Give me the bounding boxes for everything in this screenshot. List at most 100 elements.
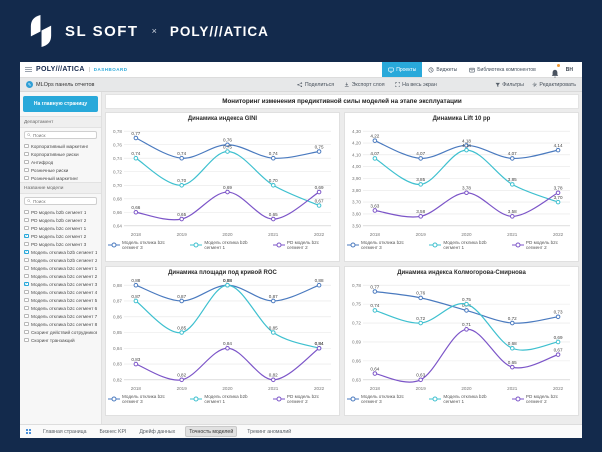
checkbox-icon[interactable] xyxy=(24,151,29,157)
filter-checkbox-row[interactable]: Модель отклика b2c сегмент 7 xyxy=(20,312,101,320)
y-tick-label: 0,72 xyxy=(352,321,361,326)
checkbox-icon[interactable] xyxy=(24,167,29,173)
filter-checkbox-row[interactable]: Модель отклика b2b сегмент 2 xyxy=(20,256,101,264)
filter-checkbox-row[interactable]: Скоринг транзакций xyxy=(20,336,101,344)
filter-checkbox-row[interactable]: Антифрод xyxy=(20,158,101,166)
checkbox-icon[interactable] xyxy=(24,241,29,247)
checkbox-icon[interactable] xyxy=(24,313,29,319)
line-chart: 0,78 0,75 0,72 0,69 0,66 0,63 2018 2019 2020 2021… xyxy=(352,283,571,391)
legend-item[interactable]: Модель отклика b2c сегмент 3 xyxy=(347,240,421,250)
legend-item[interactable]: PD модель b2c сегмент 2 xyxy=(272,240,337,250)
filter-checkbox-row[interactable]: PD модель b2c сегмент 3 xyxy=(20,240,101,248)
sidebar-search-input[interactable] xyxy=(33,132,94,138)
sidebar-sections: Департамент Корпоративный маркетинг Корпор… xyxy=(20,116,101,344)
checkbox-icon[interactable] xyxy=(24,265,29,271)
legend-item[interactable]: Модель отклика b2c сегмент 3 xyxy=(347,394,421,404)
filter-checkbox-row[interactable]: ✓ Модель отклика b2b сегмент 1 xyxy=(20,248,101,256)
bottom-tab-Главная страница[interactable]: Главная страница xyxy=(40,427,90,436)
data-label: 0,84 xyxy=(315,341,324,346)
filter-sidebar: На главную страницу Департамент Корпорати… xyxy=(20,92,102,424)
sidebar-search-input[interactable] xyxy=(33,198,94,204)
toolbar-action-gear-icon[interactable]: Редактировать xyxy=(532,82,576,88)
filter-label: Модель отклика b2b сегмент 1 xyxy=(31,249,97,255)
legend-label: Модель отклика b2b сегмент 1 xyxy=(204,240,248,250)
filter-checkbox-row[interactable]: ✓ Модель отклика b2c сегмент 3 xyxy=(20,280,101,288)
legend-item[interactable]: PD модель b2c сегмент 2 xyxy=(511,394,576,404)
filter-checkbox-row[interactable]: Корпоративные риски xyxy=(20,150,101,158)
checkbox-icon[interactable] xyxy=(24,209,29,215)
checkbox-icon[interactable]: ✓ xyxy=(24,234,29,239)
bottom-tab-Трекинг аномалий[interactable]: Трекинг аномалий xyxy=(244,427,294,436)
checkbox-icon[interactable] xyxy=(24,329,29,335)
toolbar-action-fullscreen-icon[interactable]: На весь экран xyxy=(394,82,437,88)
bottom-tab-Точность моделей[interactable]: Точность моделей xyxy=(185,426,238,437)
filter-checkbox-row[interactable]: Модель отклика b2c сегмент 8 xyxy=(20,320,101,328)
data-label: 0,63 xyxy=(416,373,425,378)
data-label: 0,75 xyxy=(315,144,324,149)
checkbox-icon[interactable] xyxy=(24,273,29,279)
filter-checkbox-row[interactable]: PD модель b2c сегмент 1 xyxy=(20,224,101,232)
checkbox-icon[interactable] xyxy=(24,289,29,295)
filter-checkbox-row[interactable]: Модель отклика b2c сегмент 6 xyxy=(20,304,101,312)
filter-checkbox-row[interactable]: Модель отклика b2c сегмент 4 xyxy=(20,288,101,296)
data-point xyxy=(372,308,378,313)
checkbox-icon[interactable] xyxy=(24,225,29,231)
checkbox-icon[interactable] xyxy=(24,257,29,263)
y-tick-label: 0,74 xyxy=(113,156,122,161)
legend-item[interactable]: Модель отклика b2b сегмент 1 xyxy=(429,240,504,250)
y-tick-label: 0,63 xyxy=(352,377,361,382)
filter-checkbox-row[interactable]: Модель отклика b2c сегмент 5 xyxy=(20,296,101,304)
tab-Проекты[interactable]: Проекты xyxy=(382,62,423,77)
checkbox-icon[interactable] xyxy=(24,217,29,223)
filter-checkbox-row[interactable]: Скоринг действий сотрудников xyxy=(20,328,101,336)
checkbox-icon[interactable] xyxy=(24,321,29,327)
checkbox-icon[interactable]: ✓ xyxy=(24,250,29,255)
checkbox-icon[interactable] xyxy=(24,143,29,149)
legend-item[interactable]: Модель отклика b2b сегмент 1 xyxy=(429,394,504,404)
legend-item[interactable]: PD модель b2c сегмент 2 xyxy=(272,394,337,404)
notifications-bell-icon[interactable] xyxy=(551,64,560,78)
checkbox-icon[interactable] xyxy=(24,337,29,343)
legend-item[interactable]: PD модель b2c сегмент 2 xyxy=(511,240,576,250)
legend-item[interactable]: Модель отклика b2c сегмент 3 xyxy=(108,240,182,250)
report-icon: ✎ xyxy=(26,81,33,88)
filter-checkbox-row[interactable]: Корпоративный маркетинг xyxy=(20,142,101,150)
filter-checkbox-row[interactable]: PD модель b2b сегмент 2 xyxy=(20,216,101,224)
search-icon xyxy=(27,133,31,137)
tab-Библиотека компонентов[interactable]: Библиотека компонентов xyxy=(463,62,542,77)
data-label: 0,74 xyxy=(131,151,140,156)
legend-item[interactable]: Модель отклика b2b сегмент 1 xyxy=(190,240,265,250)
user-avatar[interactable]: ВН xyxy=(566,67,577,73)
checkbox-icon[interactable] xyxy=(24,175,29,181)
bottom-tab-Бизнес KPI[interactable]: Бизнес KPI xyxy=(97,427,130,436)
checkbox-icon[interactable] xyxy=(24,305,29,311)
checkbox-icon[interactable]: ✓ xyxy=(24,282,29,287)
toolbar-action-share-icon[interactable]: Поделиться xyxy=(297,82,334,88)
legend-item[interactable]: Модель отклика b2b сегмент 1 xyxy=(190,394,265,404)
home-button[interactable]: На главную страницу xyxy=(23,96,98,112)
bottom-tabbar: Главная страница Бизнес KPI Дрейф данных То… xyxy=(20,424,582,438)
data-point xyxy=(464,327,469,332)
data-label: 0,88 xyxy=(223,278,232,283)
legend-label: PD модель b2c сегмент 2 xyxy=(286,240,320,250)
tab-Виджеты[interactable]: Виджеты xyxy=(422,62,463,77)
filter-checkbox-row[interactable]: Розничные риски xyxy=(20,166,101,174)
toolbar-action-export-icon[interactable]: Экспорт слоя xyxy=(344,82,385,88)
filter-checkbox-row[interactable]: PD модель b2b сегмент 1 xyxy=(20,208,101,216)
filter-label: Розничный маркетинг xyxy=(31,175,79,181)
toolbar-action-label: Фильтры xyxy=(502,81,524,88)
filter-checkbox-row[interactable]: Модель отклика b2c сегмент 2 xyxy=(20,272,101,280)
checkbox-icon[interactable] xyxy=(24,159,29,165)
legend-item[interactable]: Модель отклика b2c сегмент 3 xyxy=(108,394,182,404)
filter-checkbox-row[interactable]: Модель отклика b2c сегмент 1 xyxy=(20,264,101,272)
filter-checkbox-row[interactable]: ✓ PD модель b2c сегмент 2 xyxy=(20,232,101,240)
y-tick-label: 0,88 xyxy=(113,283,122,288)
checkbox-icon[interactable] xyxy=(24,297,29,303)
toolbar-action-filter-icon[interactable]: Фильтры xyxy=(495,82,524,88)
apps-grid-icon[interactable] xyxy=(26,429,31,434)
bottom-tab-Дрейф данных[interactable]: Дрейф данных xyxy=(136,427,178,436)
x-tick-label: 2019 xyxy=(416,232,427,237)
report-toolbar: ✎ MLOps панель отчетов Поделиться Экспорт… xyxy=(20,78,582,92)
filter-checkbox-row[interactable]: Розничный маркетинг xyxy=(20,174,101,182)
hamburger-icon[interactable] xyxy=(25,67,32,72)
